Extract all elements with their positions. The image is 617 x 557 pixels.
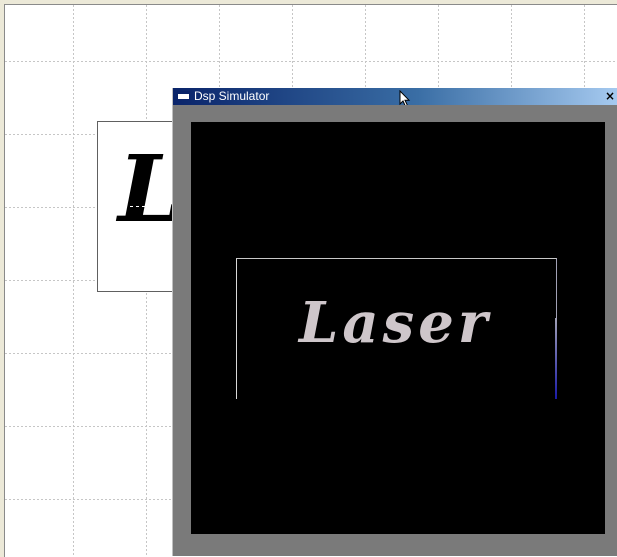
close-icon[interactable]: ×: [604, 90, 616, 102]
laser-output-text: Laser: [299, 290, 492, 356]
dsp-simulator-window[interactable]: Dsp Simulator × Laser: [172, 88, 617, 556]
simulator-frame: Laser: [173, 105, 617, 556]
grid-line: [5, 61, 617, 62]
window-icon: [177, 91, 190, 100]
simulator-display: Laser: [191, 122, 605, 534]
grid-line: [73, 5, 74, 557]
window-title: Dsp Simulator: [194, 89, 270, 103]
laser-trace-segment: [555, 318, 557, 399]
window-title-bar[interactable]: Dsp Simulator ×: [173, 88, 617, 108]
